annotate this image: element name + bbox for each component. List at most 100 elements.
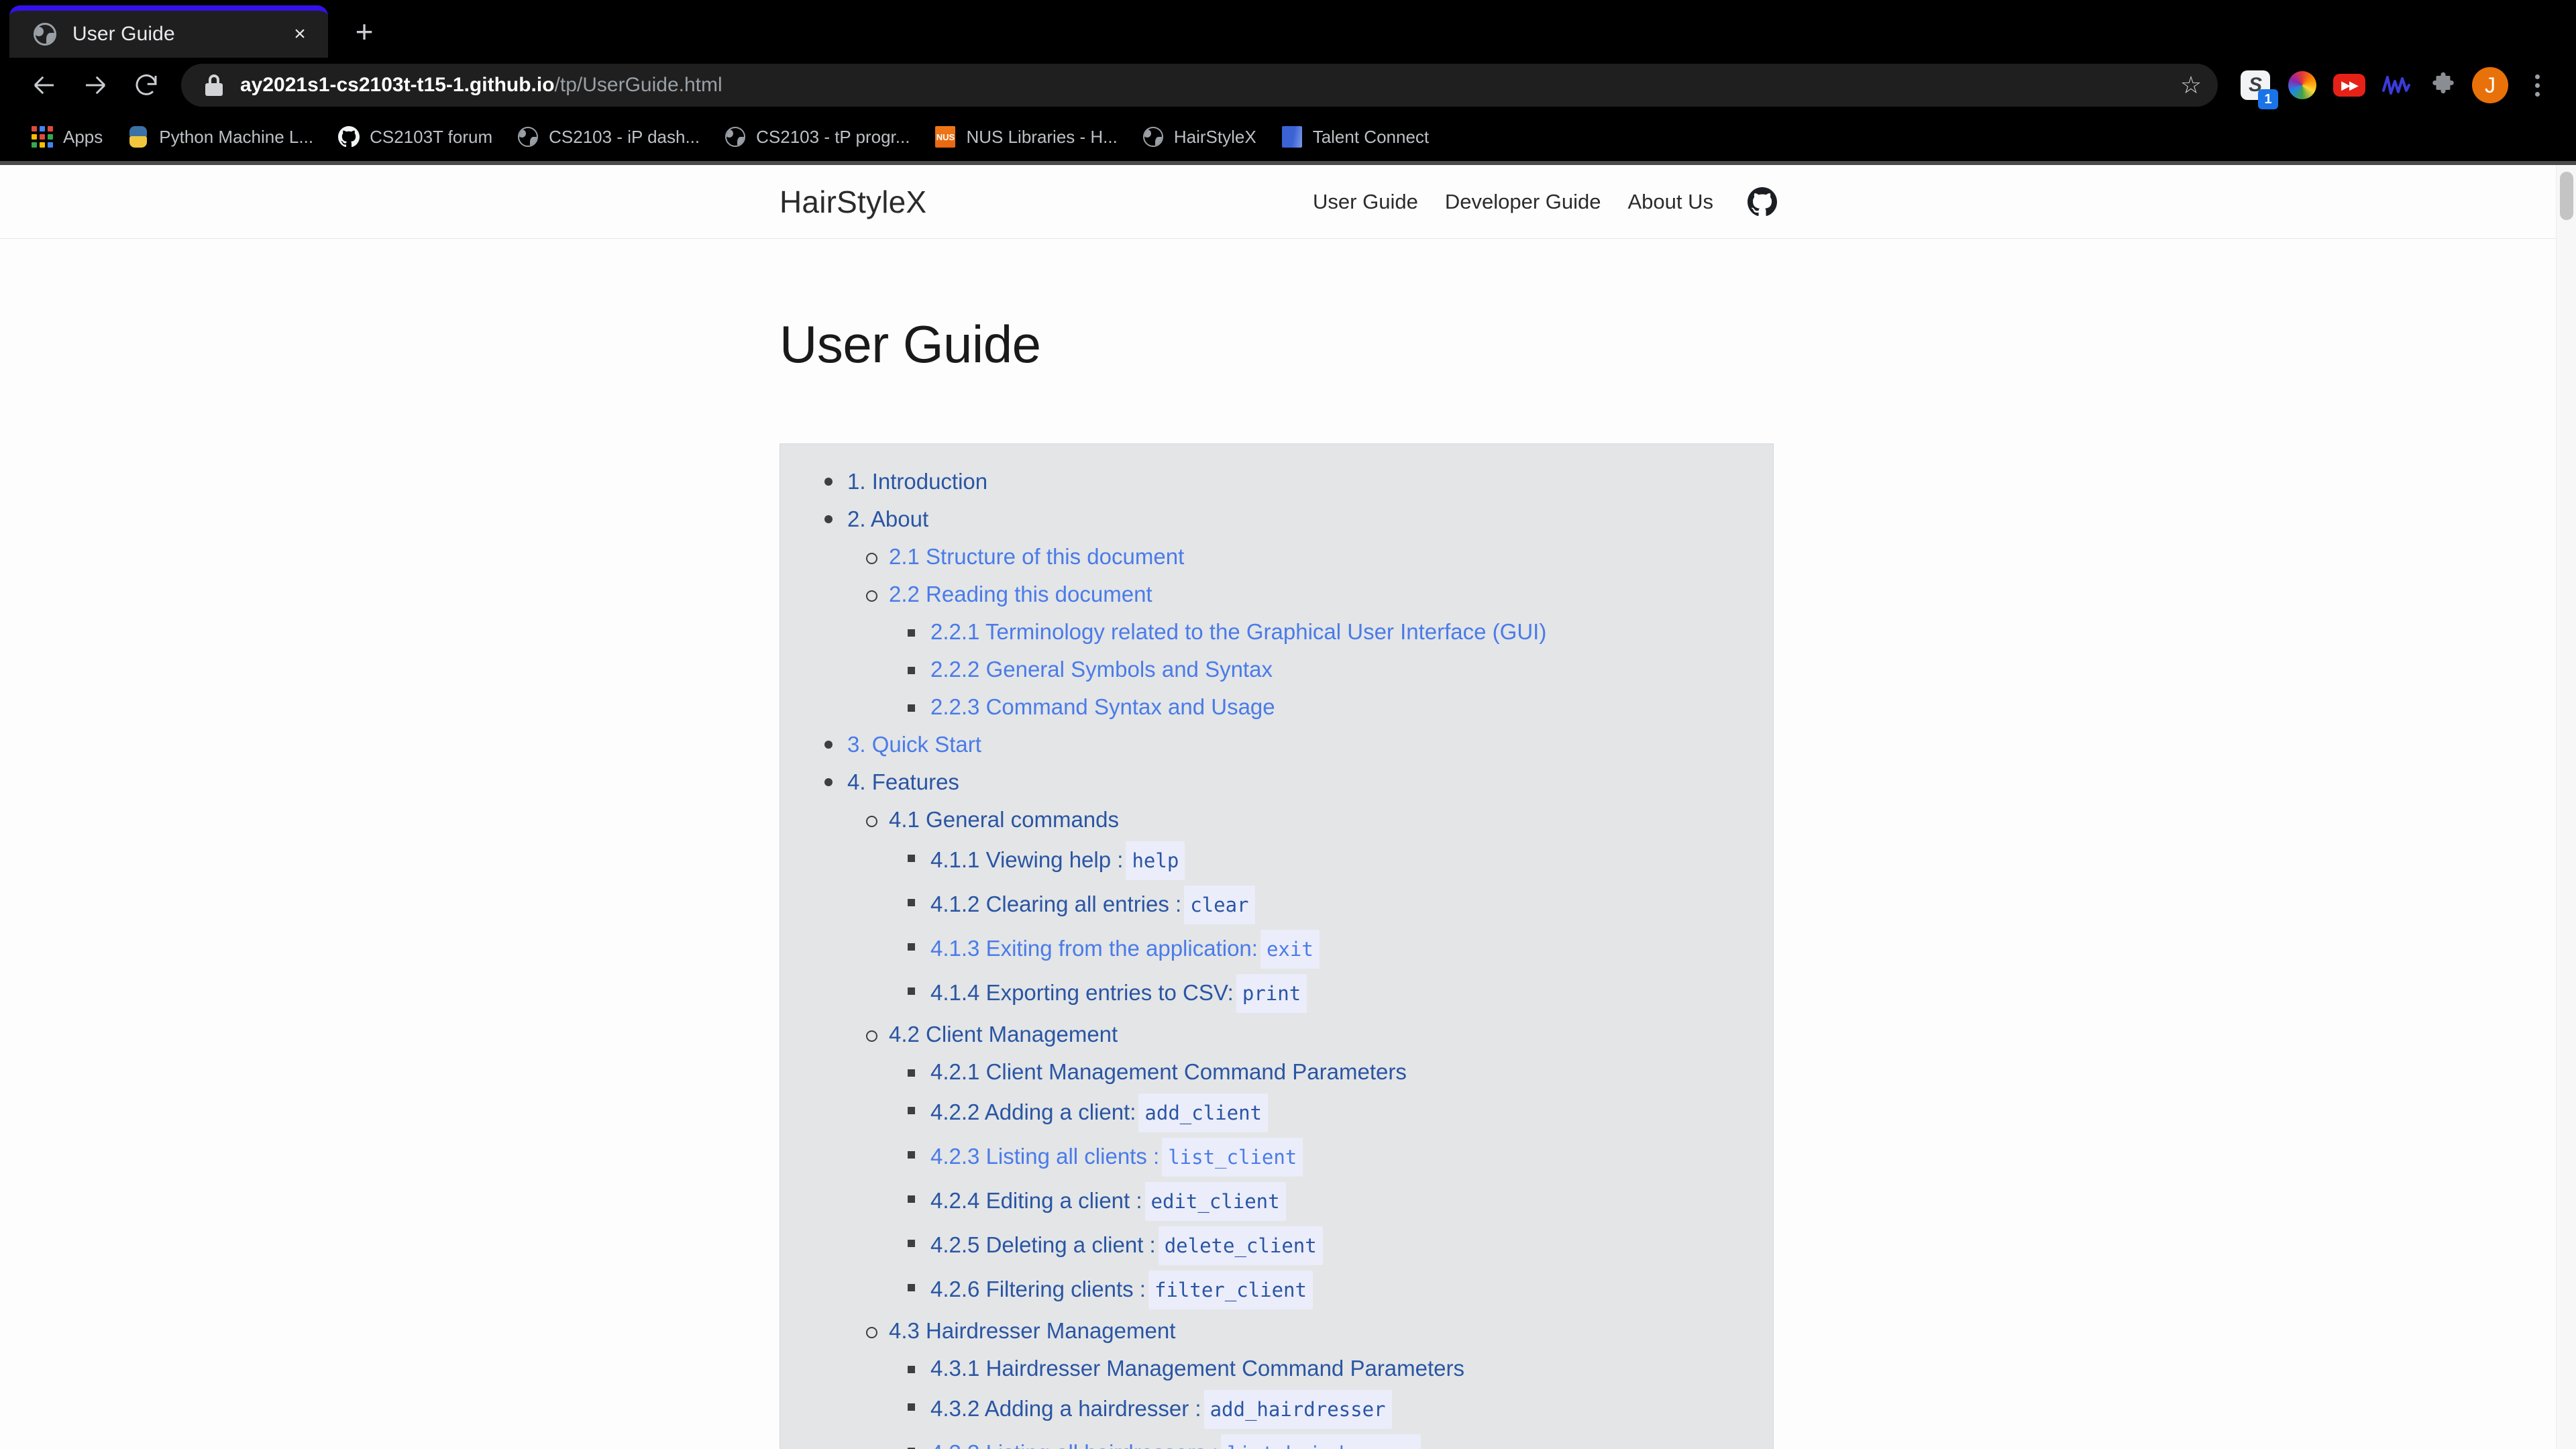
toc-link[interactable]: 4.1 General commands (889, 804, 1119, 836)
bookmark-label: CS2103 - iP dash... (549, 126, 700, 147)
toc-item: 4.2.3 Listing all clients : list_client (908, 1135, 1773, 1179)
bookmark-item-cs2103-ip-dash[interactable]: CS2103 - iP dash... (504, 118, 712, 156)
address-bar[interactable]: ay2021s1-cs2103t-t15-1.github.io/tp/User… (181, 64, 2218, 107)
toc-link[interactable]: 2.2.2 General Symbols and Syntax (930, 653, 1273, 686)
toc-command-code[interactable]: add_client (1138, 1093, 1269, 1132)
globe-icon (517, 125, 539, 148)
forward-arrow-icon[interactable] (70, 60, 121, 111)
toc-command-code[interactable]: help (1126, 841, 1185, 880)
site-header: HairStyleX User Guide Developer Guide Ab… (0, 165, 2576, 239)
puzzle-extensions-icon[interactable] (2423, 65, 2463, 105)
toc-command-code[interactable]: edit_client (1144, 1182, 1286, 1221)
toc-command-code[interactable]: delete_client (1158, 1226, 1323, 1265)
toc-item: 4.1.4 Exporting entries to CSV: print (908, 971, 1773, 1016)
nav-link-user-guide[interactable]: User Guide (1299, 190, 1432, 214)
toc-item: 4.1 General commands 4.1.1 Viewing help :… (866, 801, 1773, 1016)
apps-grid-icon (31, 125, 54, 148)
browser-tab-user-guide[interactable]: User Guide × (9, 5, 328, 58)
toc-item: 2. About 2.1 Structure of this document 2.… (824, 500, 1773, 726)
toc-sublist: 4.3.1 Hairdresser Management Command Par… (889, 1350, 1773, 1449)
kebab-menu-icon[interactable] (2517, 65, 2557, 105)
bookmark-item-talent-connect[interactable]: Talent Connect (1269, 118, 1441, 156)
toc-link[interactable]: 2.2 Reading this document (889, 578, 1152, 610)
bookmark-item-cs2103t-forum[interactable]: CS2103T forum (325, 118, 504, 156)
toc-command-code[interactable]: list_client (1162, 1138, 1303, 1177)
toc-link[interactable]: 4. Features (847, 766, 959, 798)
toc-item: 4.3 Hairdresser Management 4.3.1 Hairdres… (866, 1312, 1773, 1449)
github-mark-icon[interactable] (1747, 186, 1778, 217)
toc-command-code[interactable]: add_hairdresser (1203, 1390, 1392, 1429)
toc-link[interactable]: 2.2.1 Terminology related to the Graphic… (930, 616, 1546, 648)
toc-link[interactable]: 4.3.2 Adding a hairdresser : (930, 1393, 1201, 1425)
sketch-extension-icon[interactable]: S1 (2235, 65, 2278, 109)
toc-command-code[interactable]: list_hairdresser (1221, 1434, 1421, 1449)
toc-link[interactable]: 4.1.4 Exporting entries to CSV: (930, 977, 1234, 1009)
toc-command-code[interactable]: exit (1260, 930, 1320, 969)
toc-command-code[interactable]: filter_client (1148, 1271, 1313, 1309)
toc-link[interactable]: 2.2.3 Command Syntax and Usage (930, 691, 1275, 723)
nus-icon: NUS (934, 125, 957, 148)
toc-command-code[interactable]: print (1236, 974, 1307, 1013)
toc-link[interactable]: 3. Quick Start (847, 729, 981, 761)
bookmark-label: NUS Libraries - H... (966, 126, 1118, 147)
close-icon[interactable]: × (285, 19, 315, 49)
new-tab-button[interactable]: + (340, 7, 388, 56)
bookmark-star-icon[interactable]: ☆ (2171, 65, 2211, 105)
tab-title: User Guide (72, 23, 175, 45)
site-brand[interactable]: HairStyleX (780, 184, 926, 220)
toc-link[interactable]: 2.1 Structure of this document (889, 541, 1184, 573)
toc-link[interactable]: 4.2.6 Filtering clients : (930, 1273, 1146, 1305)
toc-link[interactable]: 4.1.3 Exiting from the application: (930, 932, 1258, 965)
bookmarks-bar: Apps Python Machine L... CS2103T forum C… (0, 113, 2576, 161)
toc-link[interactable]: 4.2.1 Client Management Command Paramete… (930, 1056, 1407, 1088)
toc-link[interactable]: 4.1.1 Viewing help : (930, 844, 1123, 876)
bookmark-item-nus-libraries[interactable]: NUS NUS Libraries - H... (922, 118, 1129, 156)
toc-link[interactable]: 4.3 Hairdresser Management (889, 1315, 1175, 1347)
lock-icon (205, 74, 223, 96)
toc-link[interactable]: 4.3.3 Listing all hairdressers : (930, 1437, 1218, 1449)
toc-link[interactable]: 4.2.5 Deleting a client : (930, 1229, 1156, 1261)
nav-link-developer-guide[interactable]: Developer Guide (1432, 190, 1615, 214)
toc-link[interactable]: 4.3.1 Hairdresser Management Command Par… (930, 1352, 1464, 1385)
page-scrollbar[interactable] (2556, 165, 2576, 1449)
bookmark-item-python-machine-l[interactable]: Python Machine L... (115, 118, 325, 156)
toc-link[interactable]: 4.1.2 Clearing all entries : (930, 888, 1181, 920)
toc-sublist: 4.1.1 Viewing help : help 4.1.2 Clearing a… (889, 839, 1773, 1016)
python-icon (127, 125, 150, 148)
toc-link[interactable]: 4.2.4 Editing a client : (930, 1185, 1142, 1217)
bookmark-item-cs2103-tp-progr[interactable]: CS2103 - tP progr... (712, 118, 922, 156)
scrollbar-thumb[interactable] (2560, 172, 2573, 220)
table-of-contents: 1. Introduction 2. About 2.1 Structure of … (780, 443, 1774, 1449)
toc-command-code[interactable]: clear (1184, 885, 1255, 924)
toc-item: 4.2.2 Adding a client: add_client (908, 1091, 1773, 1135)
waveform-extension-icon[interactable] (2376, 65, 2416, 105)
bookmark-item-hairstylex[interactable]: HairStyleX (1130, 118, 1269, 156)
toc-link[interactable]: 4.2 Client Management (889, 1018, 1118, 1051)
toc-item: 4.1.3 Exiting from the application: exit (908, 927, 1773, 971)
toc-link[interactable]: 4.2.3 Listing all clients : (930, 1140, 1159, 1173)
toc-item: 2.2 Reading this document 2.2.1 Terminolo… (866, 576, 1773, 726)
url-path: /tp/UserGuide.html (554, 74, 722, 96)
page-content: User Guide 1. Introduction 2. About 2.1 St… (0, 314, 2576, 1449)
back-arrow-icon[interactable] (19, 60, 70, 111)
color-picker-icon[interactable] (2282, 65, 2322, 105)
url-text: ay2021s1-cs2103t-t15-1.github.io/tp/User… (240, 74, 2171, 97)
toc-link[interactable]: 1. Introduction (847, 466, 987, 498)
talent-connect-icon (1281, 125, 1303, 148)
youtube-extension-icon[interactable]: ▶▶ (2329, 65, 2369, 105)
toc-item: 2.2.3 Command Syntax and Usage (908, 688, 1773, 726)
bookmark-item-apps[interactable]: Apps (19, 118, 115, 156)
toc-item: 4.1.2 Clearing all entries : clear (908, 883, 1773, 927)
toc-item: 2.2.2 General Symbols and Syntax (908, 651, 1773, 688)
browser-window: User Guide × + ay2021s1-cs2103t-t15-1.gi… (0, 0, 2576, 1449)
toc-item: 4.3.2 Adding a hairdresser : add_hairdres… (908, 1387, 1773, 1432)
avatar[interactable]: J (2470, 65, 2510, 105)
toc-item: 4.3.3 Listing all hairdressers :list_hai… (908, 1432, 1773, 1449)
nav-link-about-us[interactable]: About Us (1614, 190, 1727, 214)
page-title: User Guide (780, 315, 1041, 374)
toc-link[interactable]: 2. About (847, 503, 928, 535)
reload-icon[interactable] (121, 60, 172, 111)
tab-strip: User Guide × + (0, 0, 2576, 58)
toc-link[interactable]: 4.2.2 Adding a client: (930, 1096, 1136, 1128)
bookmark-label: Talent Connect (1312, 126, 1430, 147)
